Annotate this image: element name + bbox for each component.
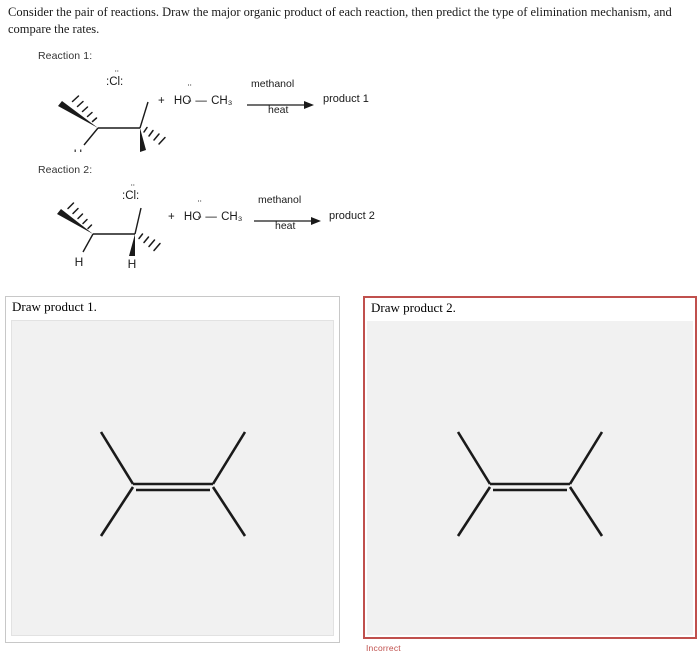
reaction-1-chlorine-label: ¨ :Cl: — [106, 69, 123, 88]
reaction-1-condition-below: heat — [268, 104, 289, 116]
reaction-2-hydrogen-label-right: H — [128, 257, 137, 268]
reaction-2-condition-above: methanol — [258, 194, 302, 206]
reaction-2-plus: + — [168, 211, 175, 223]
reaction-2-chlorine-label: ¨ :Cl: — [122, 183, 139, 202]
reaction-2-condition-below: heat — [275, 220, 296, 232]
answer-box-2-header: Draw product 2. — [365, 298, 695, 321]
reaction-1-hydrogen-label: H — [74, 147, 83, 152]
reaction-1-product-label: product 1 — [323, 93, 369, 105]
reaction-1-scheme: H — [40, 66, 400, 152]
reaction-2-scheme: H H — [55, 182, 375, 268]
reaction-1-reagent: + ¨ ¨ HO — CH₃ — [158, 83, 233, 111]
answer-box-product-1[interactable]: Draw product 1. — [5, 296, 340, 643]
reaction-2-reagent: + ¨ ¨ HO — CH₃ — [168, 199, 243, 227]
answer-box-product-2[interactable]: Draw product 2. — [363, 296, 697, 639]
reaction-1-label: Reaction 1: — [38, 50, 93, 62]
oxygen-lone-pair-bottom: ¨ — [187, 99, 193, 111]
reaction-2-reagent-bond: — — [205, 211, 217, 223]
reaction-2-alkyl-label: CH₃ — [221, 211, 243, 223]
incorrect-verdict-label: Incorrect — [366, 643, 401, 653]
reaction-1-reagent-bond: — — [195, 95, 207, 107]
drawing-canvas-product-1[interactable] — [11, 320, 334, 636]
oxygen-lone-pair-bottom: ¨ — [197, 215, 203, 227]
reaction-1-condition-above: methanol — [251, 78, 295, 90]
chlorine-lone-pair-top: ¨ — [115, 69, 120, 81]
reaction-1-plus: + — [158, 95, 165, 107]
drawn-structure-product-1 — [99, 431, 246, 537]
oxygen-lone-pair-top: ¨ — [187, 83, 193, 95]
reaction-2-hydrogen-label-left: H — [75, 255, 84, 268]
drawn-structure-product-2 — [456, 431, 604, 537]
reaction-1-alkyl-label: CH₃ — [211, 95, 233, 107]
answer-box-1-header: Draw product 1. — [6, 297, 339, 320]
reaction-2-product-label: product 2 — [329, 210, 375, 222]
chlorine-lone-pair-top: ¨ — [131, 183, 136, 195]
reaction-2-label: Reaction 2: — [38, 164, 93, 176]
question-prompt: Consider the pair of reactions. Draw the… — [8, 5, 672, 36]
drawing-canvas-product-2[interactable] — [367, 321, 693, 635]
oxygen-lone-pair-top: ¨ — [197, 199, 203, 211]
